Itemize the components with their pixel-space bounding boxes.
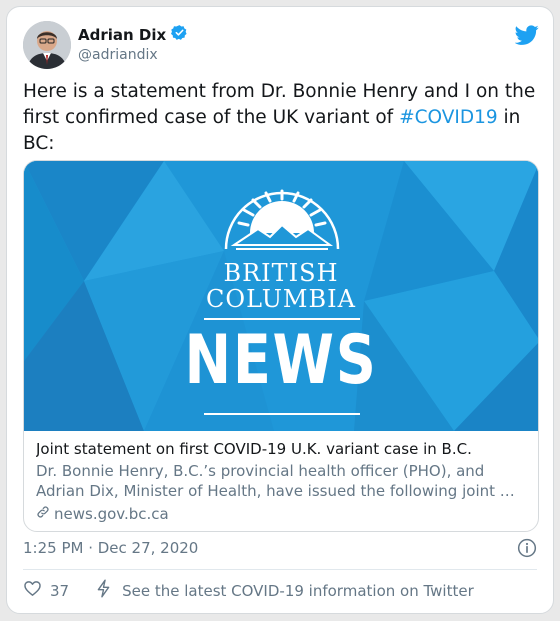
covid-info-text: See the latest COVID-19 information on T… [122,581,474,600]
heart-icon [23,579,42,602]
author-name[interactable]: Adrian Dix [78,26,166,44]
card-image: BRITISH COLUMBIA NEWS [24,161,538,431]
covid-info-link[interactable]: See the latest COVID-19 information on T… [95,579,474,602]
card-image-rule-top [204,318,360,320]
card-image-rule-bottom [204,413,360,415]
tweet-card[interactable]: Adrian Dix @adriandix Here is a statemen… [6,6,554,614]
tweet-timestamp[interactable]: 1:25 PM · Dec 27, 2020 [23,539,198,557]
info-icon[interactable] [517,538,537,562]
avatar-image [23,21,71,69]
lightning-icon [95,579,112,602]
author-handle[interactable]: @adriandix [78,47,158,63]
link-card[interactable]: BRITISH COLUMBIA NEWS Joint statement on… [23,160,539,532]
card-description: Dr. Bonnie Henry, B.C.’s provincial heal… [36,462,515,500]
card-title[interactable]: Joint statement on first COVID-19 U.K. v… [36,439,526,459]
like-count: 37 [50,581,70,600]
tweet-text: Here is a statement from Dr. Bonnie Henr… [23,79,538,157]
avatar[interactable] [23,21,71,69]
card-domain[interactable]: news.gov.bc.ca [54,505,169,523]
link-icon [36,505,50,523]
hashtag-link[interactable]: #COVID19 [399,107,498,128]
divider [23,569,537,570]
card-image-news: NEWS [184,321,378,400]
verified-badge-icon [171,24,188,45]
card-image-line1: BRITISH [223,259,339,287]
like-button[interactable]: 37 [23,579,69,602]
card-image-line2: COLUMBIA [206,285,356,313]
twitter-bird-icon[interactable] [514,23,539,47]
bc-sun-logo [224,189,340,250]
